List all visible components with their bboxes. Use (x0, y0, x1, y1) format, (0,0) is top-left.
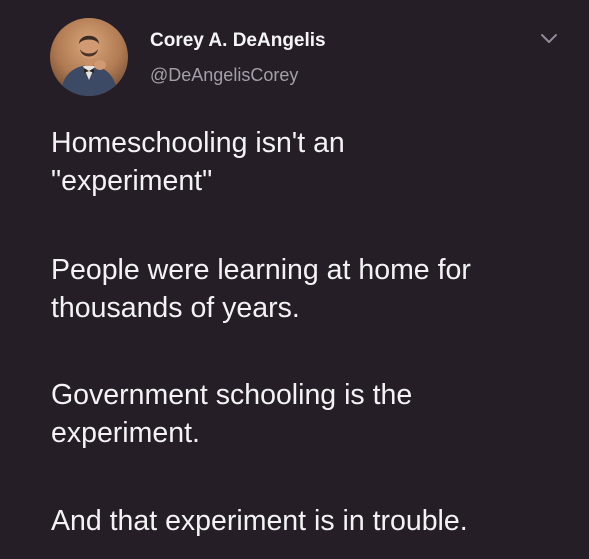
tweet-paragraph-1: Homeschooling isn't an "experiment" (51, 124, 345, 200)
profile-photo-icon (50, 18, 128, 96)
tweet-paragraph-2: People were learning at home for thousan… (51, 251, 471, 327)
author-display-name[interactable]: Corey A. DeAngelis (150, 30, 326, 52)
author-handle[interactable]: @DeAngelisCorey (150, 65, 298, 86)
tweet-text-line: "experiment" (51, 165, 213, 197)
chevron-down-icon[interactable] (538, 31, 560, 47)
tweet-text-line: People were learning at home for (51, 254, 471, 286)
tweet-text-line: And that experiment is in trouble. (51, 505, 468, 537)
tweet-paragraph-3: Government schooling is the experiment. (51, 376, 412, 452)
tweet-text-line: experiment. (51, 417, 200, 449)
tweet-text-line: thousands of years. (51, 292, 300, 324)
avatar[interactable] (50, 18, 128, 96)
tweet-text-line: Homeschooling isn't an (51, 127, 345, 159)
tweet-paragraph-4: And that experiment is in trouble. (51, 502, 468, 540)
tweet-card: Corey A. DeAngelis @DeAngelisCorey Homes… (0, 0, 589, 559)
tweet-text-line: Government schooling is the (51, 379, 413, 411)
